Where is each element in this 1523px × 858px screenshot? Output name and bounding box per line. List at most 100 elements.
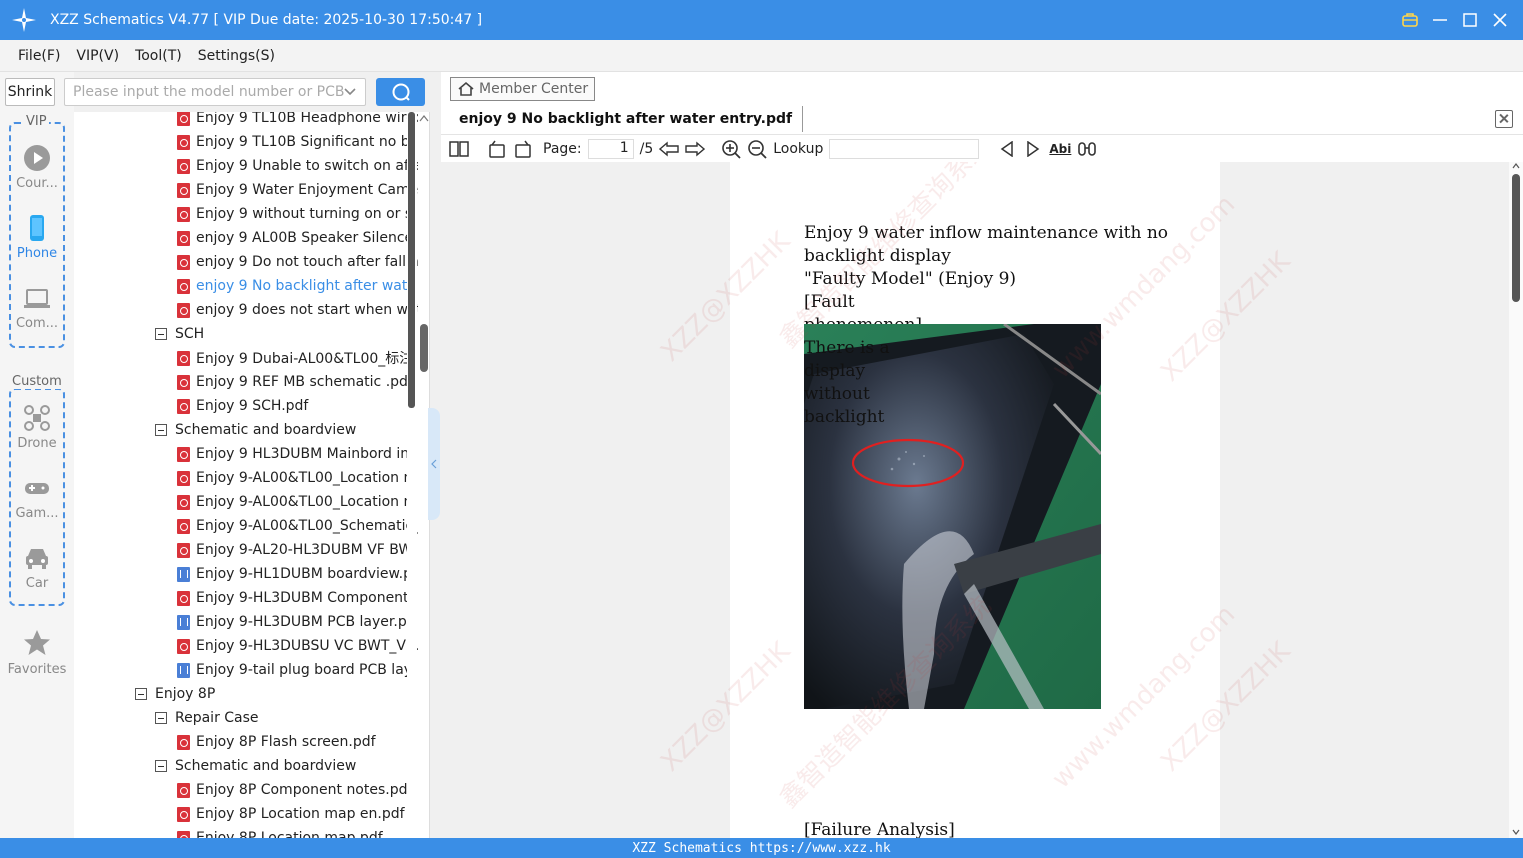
- shrink-button[interactable]: Shrink: [5, 78, 55, 106]
- document-tab[interactable]: enjoy 9 No backlight after water entry.p…: [449, 106, 804, 132]
- pdf-file-icon: [177, 374, 190, 390]
- tree-file[interactable]: Enjoy 9-AL00&TL00_Location m: [177, 490, 417, 514]
- tree-file[interactable]: Enjoy 9 without turning on or si: [177, 202, 416, 226]
- tree-file[interactable]: Enjoy 9-HL3DUBM Component: [177, 586, 409, 610]
- search-button[interactable]: [376, 78, 425, 106]
- tree-file[interactable]: Enjoy 9-HL3DUBM PCB layer.pc: [177, 610, 414, 634]
- zoom-in-icon[interactable]: [721, 139, 741, 159]
- nav-computer[interactable]: Com...: [0, 284, 74, 331]
- prev-page-icon[interactable]: [659, 139, 679, 159]
- pdf-file-icon: [177, 112, 190, 126]
- tree-folder[interactable]: Repair Case: [155, 706, 259, 730]
- tree-folder[interactable]: Schematic and boardview: [155, 754, 356, 778]
- menu-tool[interactable]: Tool(T): [135, 48, 182, 64]
- tree-item-label: Enjoy 9 TL10B Headphone wired: [196, 112, 418, 126]
- nav-phone[interactable]: Phone: [0, 214, 74, 261]
- tree-file[interactable]: enjoy 9 Do not touch after fallin: [177, 250, 418, 274]
- scroll-up-icon[interactable]: [1512, 162, 1520, 172]
- tree-file[interactable]: Enjoy 9-HL1DUBM boardview.p: [177, 562, 412, 586]
- maximize-button[interactable]: [1461, 11, 1479, 29]
- match-case-icon[interactable]: Abi: [1049, 142, 1071, 156]
- lookup-input[interactable]: [829, 138, 980, 159]
- next-page-icon[interactable]: [685, 139, 706, 159]
- tree-file[interactable]: Enjoy 9-HL3DUBSU VC BWT_V1.: [177, 634, 418, 658]
- pdf-file-icon: [177, 254, 190, 270]
- tree-item-label: Enjoy 9 HL3DUBM Mainbord in: [196, 446, 410, 462]
- tree-item-label: Enjoy 8P: [155, 686, 216, 702]
- tree-file[interactable]: Enjoy 9-AL00&TL00_Schematic_: [177, 514, 418, 538]
- nav-drone[interactable]: Drone: [0, 404, 74, 451]
- tree-file[interactable]: Enjoy 8P Location map.pdf: [177, 826, 383, 838]
- menu-file[interactable]: File(F): [18, 48, 60, 64]
- drone-icon: [24, 405, 50, 431]
- home-icon: [458, 81, 474, 96]
- nav-game[interactable]: Gam...: [0, 474, 74, 521]
- tree-folder[interactable]: Schematic and boardview: [155, 418, 356, 442]
- find-all-icon[interactable]: [1077, 139, 1097, 159]
- scroll-up-icon[interactable]: [419, 114, 429, 125]
- menu-settings[interactable]: Settings(S): [198, 48, 275, 64]
- tree-file[interactable]: Enjoy 9 TL10B Significant no ba: [177, 130, 418, 154]
- document-viewer: Member Center enjoy 9 No backlight after…: [441, 72, 1523, 838]
- find-next-icon[interactable]: [1023, 139, 1043, 159]
- collapse-toggle-icon[interactable]: [155, 424, 167, 436]
- close-document-icon[interactable]: [1495, 110, 1513, 128]
- scroll-down-icon[interactable]: [1512, 828, 1520, 838]
- pdf-file-icon: [177, 206, 190, 222]
- model-search-input[interactable]: Please input the model number or PCB: [64, 78, 366, 106]
- nav-car[interactable]: Car: [0, 544, 74, 591]
- tree-scrollbar[interactable]: [407, 112, 417, 838]
- tree-file[interactable]: Enjoy 9 REF MB schematic .pdf: [177, 370, 413, 394]
- tree-file[interactable]: Enjoy 9-AL20-HL3DUBM VF BW: [177, 538, 412, 562]
- tree-file[interactable]: Enjoy 9-AL00&TL00_Location m: [177, 466, 417, 490]
- rotate-left-icon[interactable]: [487, 139, 507, 159]
- member-center-label: Member Center: [479, 81, 589, 97]
- tree-file[interactable]: Enjoy 9 HL3DUBM Mainbord in: [177, 442, 409, 466]
- app-logo-icon: [12, 8, 36, 32]
- tree-folder[interactable]: SCH: [155, 322, 204, 346]
- collapse-toggle-icon[interactable]: [155, 328, 167, 340]
- member-center-button[interactable]: Member Center: [450, 77, 596, 101]
- cart-icon[interactable]: [1401, 11, 1419, 29]
- laptop-icon: [24, 289, 50, 308]
- pdf-file-icon: [177, 494, 190, 510]
- tree-file[interactable]: enjoy 9 No backlight after wate: [177, 274, 416, 298]
- collapse-panel-handle[interactable]: [428, 408, 440, 520]
- tree-item-label: Repair Case: [175, 710, 259, 726]
- tree-file[interactable]: Enjoy 9 TL10B Headphone wired: [177, 112, 418, 130]
- document-scrollbar[interactable]: [1509, 162, 1523, 838]
- tree-file[interactable]: enjoy 9 AL00B Speaker Silence i: [177, 226, 418, 250]
- pdf-file-icon: [177, 590, 190, 606]
- tree-file[interactable]: Enjoy 8P Component notes.pdf: [177, 778, 412, 802]
- outer-scrollbar-thumb[interactable]: [420, 324, 428, 372]
- find-prev-icon[interactable]: [997, 139, 1017, 159]
- rotate-right-icon[interactable]: [513, 139, 533, 159]
- menu-vip[interactable]: VIP(V): [76, 48, 119, 64]
- document-scrollbar-thumb[interactable]: [1512, 174, 1520, 302]
- tree-file[interactable]: Enjoy 8P Flash screen.pdf: [177, 730, 376, 754]
- tree-item-label: Enjoy 8P Location map.pdf: [196, 830, 383, 838]
- zoom-out-icon[interactable]: [747, 139, 767, 159]
- nav-favorites[interactable]: Favorites: [0, 628, 74, 677]
- minimize-button[interactable]: [1431, 11, 1449, 29]
- collapse-toggle-icon[interactable]: [155, 712, 167, 724]
- tree-file[interactable]: Enjoy 8P Location map en.pdf: [177, 802, 405, 826]
- nav-course[interactable]: Cour...: [0, 144, 74, 191]
- custom-group-label: Custom: [10, 374, 64, 389]
- tree-file[interactable]: enjoy 9 does not start when wat: [177, 298, 418, 322]
- tree-file[interactable]: Enjoy 9 Unable to switch on afte: [177, 154, 418, 178]
- chevron-down-icon[interactable]: [343, 84, 357, 101]
- collapse-toggle-icon[interactable]: [155, 760, 167, 772]
- tree-file[interactable]: Enjoy 9-tail plug board PCB lay: [177, 658, 412, 682]
- tree-file[interactable]: Enjoy 9 SCH.pdf: [177, 394, 308, 418]
- collapse-toggle-icon[interactable]: [135, 688, 147, 700]
- two-page-icon[interactable]: [449, 139, 469, 159]
- tree-scrollbar-thumb[interactable]: [408, 112, 415, 408]
- tree-item-label: enjoy 9 does not start when wat: [196, 302, 418, 318]
- document-canvas[interactable]: Enjoy 9 water inflow maintenance with no…: [441, 162, 1523, 838]
- tree-file[interactable]: Enjoy 9 Water Enjoyment Came: [177, 178, 418, 202]
- page-number-input[interactable]: 1: [587, 138, 634, 159]
- tree-folder[interactable]: Enjoy 8P: [135, 682, 215, 706]
- tree-file[interactable]: Enjoy 9 Dubai-AL00&TL00_标注: [177, 346, 413, 370]
- close-button[interactable]: [1491, 11, 1509, 29]
